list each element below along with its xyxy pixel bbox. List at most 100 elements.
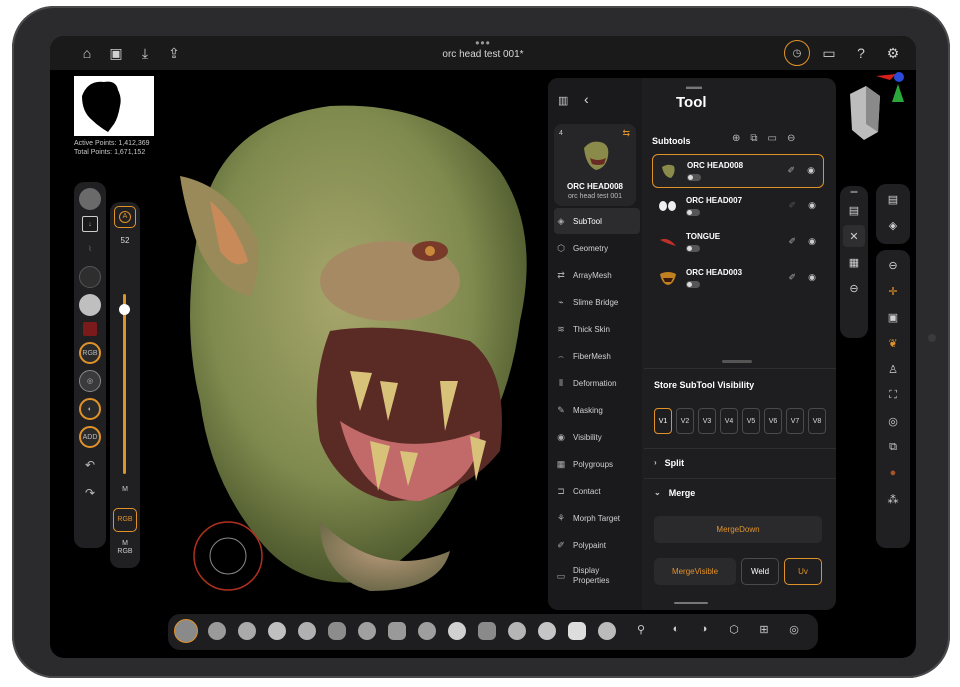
menu-visibility[interactable]: ◉ Visibility bbox=[554, 424, 640, 450]
subtool-row[interactable]: ORC HEAD007 ✐ ◉ bbox=[652, 190, 824, 224]
fit-screen-icon[interactable]: ⛶ bbox=[882, 384, 904, 406]
uv-button[interactable]: Uv bbox=[784, 558, 822, 585]
sidebar-toggle-icon[interactable]: ▥ bbox=[558, 94, 568, 107]
section-drag-handle[interactable] bbox=[722, 360, 752, 363]
zoom-icon[interactable]: ⊖ bbox=[882, 254, 904, 276]
brush-icon[interactable]: ✐ bbox=[787, 165, 795, 176]
m-rgb-top[interactable]: M bbox=[110, 540, 140, 547]
transform-xyz-icon[interactable]: ▣ bbox=[882, 306, 904, 328]
menu-geometry[interactable]: ⬡ Geometry bbox=[554, 235, 640, 261]
grid-icon[interactable]: ⊞ bbox=[756, 623, 772, 639]
size-slider-handle[interactable] bbox=[119, 304, 130, 315]
lightbox-icon[interactable]: ◎ bbox=[882, 410, 904, 432]
menu-polypaint[interactable]: ✐ Polypaint bbox=[554, 532, 640, 558]
brush-icon[interactable]: ✐ bbox=[788, 236, 796, 247]
merge-visible-button[interactable]: MergeVisible bbox=[654, 558, 736, 585]
trim-brush-icon[interactable] bbox=[508, 622, 526, 640]
menu-thick-skin[interactable]: ≋ Thick Skin bbox=[554, 316, 640, 342]
standard-brush-icon[interactable] bbox=[238, 622, 256, 640]
subtool-toggle[interactable] bbox=[686, 209, 700, 216]
material-ball-icon[interactable]: ● bbox=[882, 462, 904, 484]
remove-subtool-icon[interactable]: ⊖ bbox=[787, 133, 795, 144]
document-icon[interactable]: ▤ bbox=[843, 199, 865, 221]
visibility-slot[interactable]: V4 bbox=[720, 408, 738, 434]
panel-bottom-handle[interactable] bbox=[674, 602, 708, 604]
draw-mode-icon[interactable]: ◎ bbox=[79, 370, 101, 392]
focal-shift-icon[interactable]: ◐ bbox=[79, 398, 101, 420]
polypaint-toggle-icon[interactable]: ◑ bbox=[696, 623, 712, 639]
list-icon[interactable]: ▤ bbox=[882, 188, 904, 210]
chisel-brush-icon[interactable] bbox=[538, 622, 556, 640]
clay-brush-icon[interactable] bbox=[208, 622, 226, 640]
add-mode-icon[interactable]: ADD bbox=[79, 426, 101, 448]
add-subtool-icon[interactable]: ⊕ bbox=[732, 133, 740, 144]
subtool-toggle[interactable] bbox=[686, 281, 700, 288]
cube-icon[interactable]: ⬡ bbox=[726, 623, 742, 639]
split-section[interactable]: › Split bbox=[654, 458, 684, 468]
eye-icon[interactable]: ◉ bbox=[808, 272, 816, 283]
back-chevron-icon[interactable]: ‹ bbox=[584, 91, 589, 107]
material-icon[interactable] bbox=[79, 294, 101, 316]
dam-standard-brush-icon[interactable] bbox=[328, 622, 346, 640]
current-tool-card[interactable]: 4 ⇆ ORC HEAD008 orc head test 001 bbox=[554, 124, 636, 206]
minus-icon[interactable]: ⊖ bbox=[843, 277, 865, 299]
visibility-slot[interactable]: V8 bbox=[808, 408, 826, 434]
eye-icon[interactable]: ◉ bbox=[808, 200, 816, 211]
rgb-intensity-icon[interactable]: RGB bbox=[79, 342, 101, 364]
menu-slime-bridge[interactable]: ⌁ Slime Bridge bbox=[554, 289, 640, 315]
menu-subtool[interactable]: ◈ SubTool bbox=[554, 208, 640, 234]
layout-icon[interactable]: ▭ bbox=[816, 40, 842, 66]
size-slider[interactable] bbox=[123, 294, 126, 474]
auto-size-button[interactable]: A bbox=[114, 206, 136, 228]
menu-contact[interactable]: ⊐ Contact bbox=[554, 478, 640, 504]
tripod-icon[interactable]: ⚲ bbox=[633, 623, 649, 639]
visibility-slot[interactable]: V5 bbox=[742, 408, 760, 434]
menu-masking[interactable]: ✎ Masking bbox=[554, 397, 640, 423]
panel-drag-handle[interactable]: ▬▬ bbox=[686, 82, 702, 91]
subtool-row[interactable]: TONGUE ✐ ◉ bbox=[652, 226, 824, 260]
menu-arraymesh[interactable]: ⇄ ArrayMesh bbox=[554, 262, 640, 288]
subtool-toggle[interactable] bbox=[686, 245, 700, 252]
visibility-slot[interactable]: V7 bbox=[786, 408, 804, 434]
m-rgb-bottom[interactable]: RGB bbox=[110, 548, 140, 555]
spiral-brush-icon[interactable] bbox=[598, 622, 616, 640]
merge-down-button[interactable]: MergeDown bbox=[654, 516, 822, 543]
bust-brush-icon[interactable] bbox=[568, 622, 586, 640]
stroke-icon[interactable]: ↓ bbox=[82, 216, 98, 232]
alpha-icon[interactable]: ⌇ bbox=[79, 238, 101, 260]
movie-icon[interactable]: ▦ bbox=[843, 251, 865, 273]
color-swatch-icon[interactable] bbox=[83, 322, 97, 336]
swap-icon[interactable]: ⇆ bbox=[622, 128, 630, 139]
move-gizmo-icon[interactable]: ✛ bbox=[882, 280, 904, 302]
folder-icon[interactable]: ▭ bbox=[768, 133, 777, 144]
pinch-brush-icon[interactable] bbox=[388, 622, 406, 640]
dock-handle[interactable]: ▬ bbox=[840, 188, 868, 195]
merge-section[interactable]: ⌄ Merge bbox=[654, 488, 695, 498]
navigation-gizmo[interactable] bbox=[844, 72, 914, 162]
subtool-toggle[interactable] bbox=[687, 174, 701, 181]
eye-icon[interactable]: ◉ bbox=[808, 236, 816, 247]
mode-m-label[interactable]: M bbox=[110, 486, 140, 493]
inflate-brush-icon[interactable] bbox=[298, 622, 316, 640]
sphere-brush-icon[interactable] bbox=[448, 622, 466, 640]
smooth-brush-icon[interactable] bbox=[268, 622, 286, 640]
torso-icon[interactable]: ♙ bbox=[882, 358, 904, 380]
history-icon[interactable]: ◷ bbox=[784, 40, 810, 66]
visibility-slot[interactable]: V3 bbox=[698, 408, 716, 434]
copy-icon[interactable]: ⧉ bbox=[882, 436, 904, 458]
flatten-brush-icon[interactable] bbox=[418, 622, 436, 640]
active-brush-icon[interactable] bbox=[174, 619, 198, 643]
visibility-slot[interactable]: V2 bbox=[676, 408, 694, 434]
layers-icon[interactable]: ◈ bbox=[882, 214, 904, 236]
brush-sphere-icon[interactable] bbox=[79, 188, 101, 210]
move-brush-icon[interactable] bbox=[358, 622, 376, 640]
group-icon[interactable]: ⁂ bbox=[882, 488, 904, 510]
lens-icon[interactable]: ◎ bbox=[786, 623, 802, 639]
visibility-slot[interactable]: V1 bbox=[654, 408, 672, 434]
brush-icon[interactable]: ✐ bbox=[788, 272, 796, 283]
menu-fibermesh[interactable]: ⌢ FiberMesh bbox=[554, 343, 640, 369]
eye-icon[interactable]: ◉ bbox=[807, 165, 815, 176]
subtool-row[interactable]: ORC HEAD003 ✐ ◉ bbox=[652, 262, 824, 296]
menu-polygroups[interactable]: ▦ Polygroups bbox=[554, 451, 640, 477]
symmetry-butterfly-icon[interactable]: ❦ bbox=[882, 332, 904, 354]
